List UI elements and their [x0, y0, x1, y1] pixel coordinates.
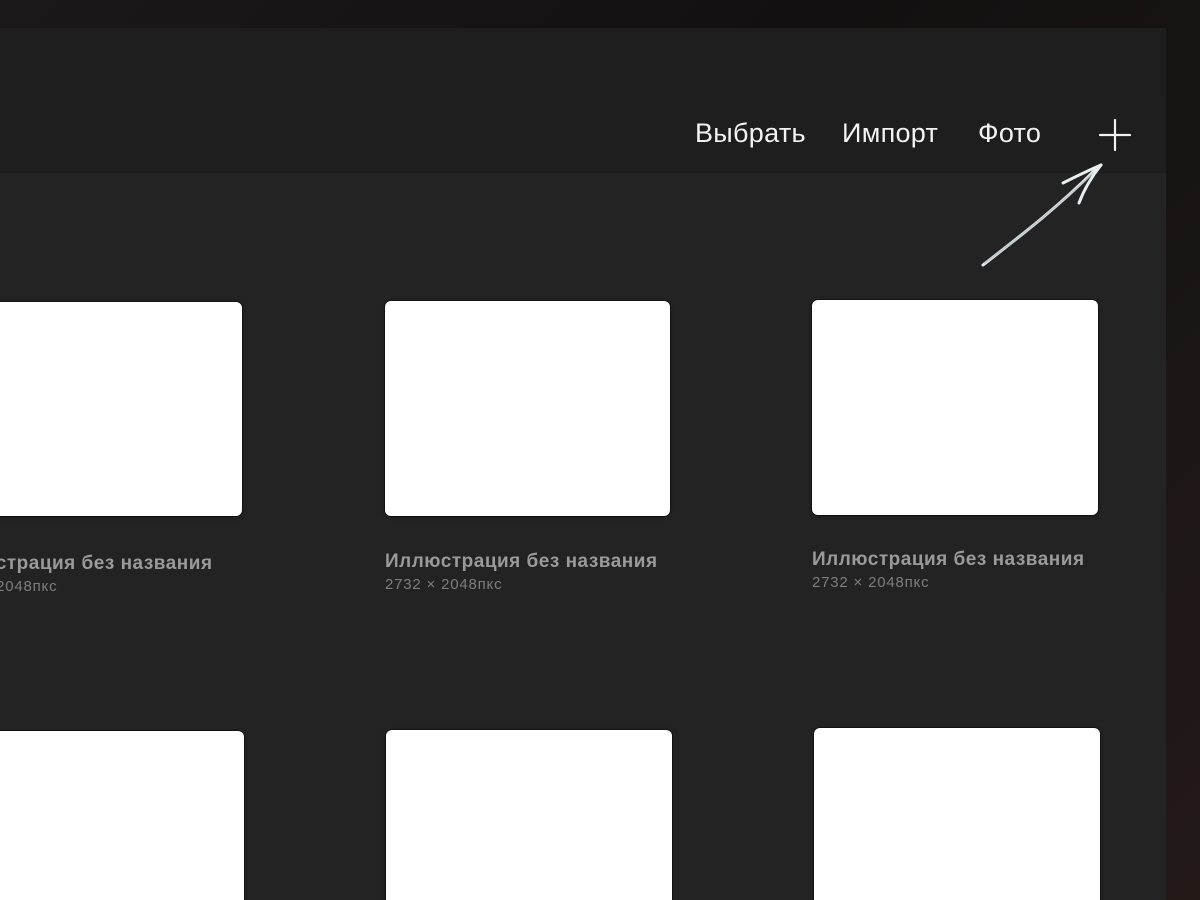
artwork-dimensions: 2732 × 2048пкс — [385, 576, 503, 593]
artwork-title: Иллюстрация без названия — [812, 549, 1085, 570]
plus-icon — [1098, 118, 1132, 152]
hand-drawn-arrow-annotation — [981, 163, 1103, 267]
artwork-thumbnail[interactable] — [0, 731, 244, 900]
photo-button[interactable]: Фото — [978, 118, 1041, 149]
artwork-thumbnail[interactable] — [0, 302, 242, 516]
select-button[interactable]: Выбрать — [695, 118, 806, 149]
artwork-card[interactable] — [386, 730, 686, 900]
artwork-card[interactable] — [0, 731, 250, 900]
gallery-toolbar: Выбрать Импорт Фото — [0, 28, 1166, 173]
artwork-card[interactable]: Иллюстрация без названия 2732 × 2048пкс — [812, 300, 1112, 620]
artwork-card[interactable]: Иллюстрация без названия 2732 × 2048пкс — [385, 301, 685, 621]
import-button[interactable]: Импорт — [842, 118, 938, 149]
artwork-dimensions: 2732 × 2048пкс — [812, 574, 930, 591]
artwork-thumbnail[interactable] — [385, 301, 670, 516]
artwork-thumbnail[interactable] — [386, 730, 672, 900]
new-canvas-button[interactable] — [1098, 118, 1132, 152]
artwork-thumbnail[interactable] — [814, 728, 1100, 900]
artwork-dimensions: 2732 × 2048пкс — [0, 578, 58, 595]
artwork-thumbnail[interactable] — [812, 300, 1098, 515]
artwork-card[interactable] — [814, 728, 1114, 900]
artwork-card[interactable]: Иллюстрация без названия 2732 × 2048пкс — [0, 302, 250, 622]
artwork-title: Иллюстрация без названия — [385, 551, 658, 572]
artwork-title: Иллюстрация без названия — [0, 553, 213, 574]
